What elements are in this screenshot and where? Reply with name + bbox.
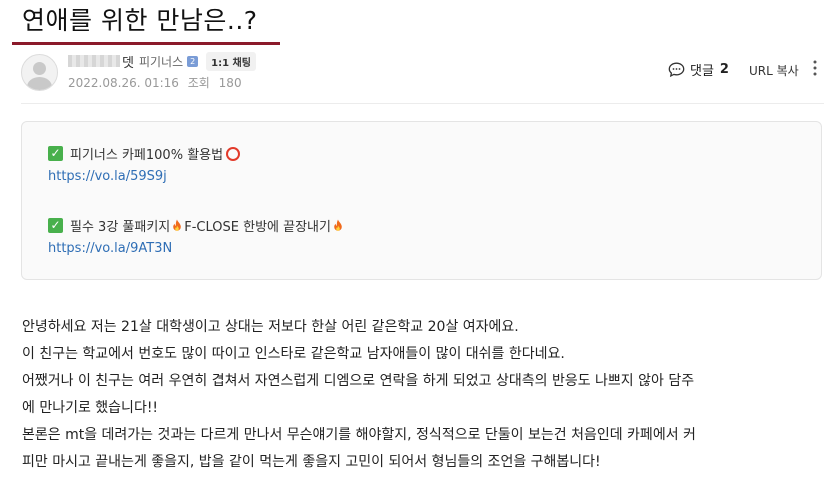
title-underline — [12, 42, 280, 45]
author-row: 뎃 피기너스 2 1:1 채팅 — [68, 51, 256, 71]
author-name-blurred — [68, 55, 120, 67]
body-line: 안녕하세요 저는 21살 대학생이고 상대는 저보다 한살 어린 같은학교 20… — [22, 319, 519, 335]
comment-label: 댓글 — [690, 64, 714, 79]
avatar-head — [33, 62, 46, 75]
promo-link-2[interactable]: https://vo.la/9AT3N — [48, 241, 172, 256]
fire-icon — [334, 219, 342, 231]
views-label: 조회 — [187, 76, 210, 90]
views-count: 180 — [218, 76, 242, 90]
header-divider — [21, 103, 824, 104]
promo-item-2: ✓ 필수 3강 풀패키지 F-CLOSE 한방에 끝장내기 — [48, 216, 345, 235]
post-body: 안녕하세요 저는 21살 대학생이고 상대는 저보다 한살 어린 같은학교 20… — [22, 314, 822, 476]
red-circle-icon — [226, 146, 241, 161]
author-avatar[interactable] — [21, 54, 58, 91]
body-line: 에 만나기로 했습니다!! — [22, 400, 159, 416]
post-title: 연애를 위한 만남은..? — [22, 6, 258, 35]
author-grade: 피기너스 — [138, 54, 184, 69]
comment-bubble-icon — [668, 62, 685, 77]
promo-item-2-text-a: 필수 3강 풀패키지 — [70, 220, 171, 235]
url-copy-button[interactable]: URL 복사 — [749, 62, 799, 79]
promo-link-1[interactable]: https://vo.la/59S9j — [48, 169, 167, 184]
promo-item-1: ✓ 피기너스 카페100% 활용법 — [48, 144, 241, 163]
chat-button[interactable]: 1:1 채팅 — [206, 51, 256, 71]
comment-button[interactable]: 댓글 2 — [668, 60, 729, 79]
grade-badge-icon: 2 — [187, 55, 199, 67]
post-meta: 2022.08.26. 01:16 조회 180 — [68, 74, 247, 91]
avatar-body — [27, 77, 52, 90]
promo-box: ✓ 피기너스 카페100% 활용법 https://vo.la/59S9j ✓ … — [21, 121, 822, 280]
more-options-icon[interactable] — [812, 58, 818, 78]
comment-count: 2 — [719, 62, 729, 77]
author-name[interactable]: 뎃 — [122, 52, 134, 71]
fire-icon — [173, 219, 182, 231]
promo-item-1-text: 피기너스 카페100% 활용법 — [70, 148, 224, 163]
body-line: 이 친구는 학교에서 번호도 많이 따이고 인스타로 같은학교 남자애들이 많이… — [22, 346, 565, 362]
post-page: 연애를 위한 만남은..? 뎃 피기너스 2 1:1 채팅 2022.08.26… — [0, 0, 824, 497]
check-mark-icon: ✓ — [48, 218, 63, 233]
body-line: 어쨌거나 이 친구는 여러 우연히 겹쳐서 자연스럽게 디엠으로 연락을 하게 … — [22, 373, 695, 389]
body-line: 본론은 mt을 데려가는 것과는 다르게 만나서 무슨얘기를 해야할지, 정식적… — [22, 427, 696, 443]
promo-item-2-text-b: F-CLOSE 한방에 끝장내기 — [184, 220, 331, 235]
check-mark-icon: ✓ — [48, 146, 63, 161]
body-line: 피만 마시고 끝내는게 좋을지, 밥을 같이 먹는게 좋을지 고민이 되어서 형… — [22, 454, 601, 470]
post-date: 2022.08.26. 01:16 — [68, 76, 179, 90]
